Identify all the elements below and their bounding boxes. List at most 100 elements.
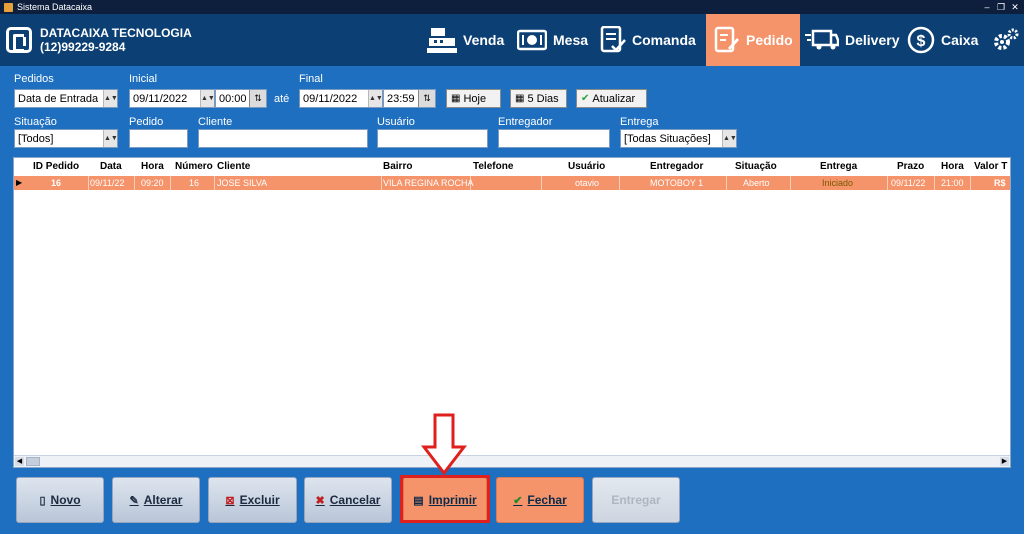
column-header-data[interactable]: Data bbox=[100, 161, 122, 172]
delete-icon: ⊠ bbox=[225, 494, 235, 507]
situacao-label: Situação bbox=[14, 116, 57, 128]
delivery-truck-icon bbox=[805, 29, 839, 50]
nav-settings[interactable] bbox=[992, 14, 1024, 66]
pedidos-select-value: Data de Entrada bbox=[18, 92, 99, 105]
final-time-input[interactable]: 23:59 ⇅ bbox=[383, 89, 436, 108]
final-date-value: 09/11/2022 bbox=[303, 92, 358, 105]
hoje-button[interactable]: ▦ Hoje bbox=[446, 89, 501, 108]
table-row[interactable]: ▶ 16 09/11/22 09:20 16 JOSE SILVA VILA R… bbox=[14, 176, 1010, 190]
column-header-entrega[interactable]: Entrega bbox=[820, 161, 857, 172]
situacao-select-value: [Todos] bbox=[18, 132, 54, 145]
alterar-button[interactable]: ✎ Alterar bbox=[112, 477, 200, 523]
scroll-thumb[interactable] bbox=[26, 457, 40, 466]
cell-bairro: VILA REGINA ROCHA bbox=[383, 178, 474, 188]
novo-button[interactable]: ▯ Novo bbox=[16, 477, 104, 523]
close-icon[interactable]: ✕ bbox=[1008, 0, 1022, 14]
column-header-hora-prazo[interactable]: Hora bbox=[941, 161, 964, 172]
nav-caixa[interactable]: $ Caixa bbox=[907, 14, 978, 66]
column-header-id-pedido[interactable]: ID Pedido bbox=[33, 161, 79, 172]
usuario-input[interactable] bbox=[377, 129, 488, 148]
cell-separator bbox=[619, 176, 620, 190]
column-header-numero[interactable]: Número bbox=[175, 161, 213, 172]
nav-caixa-label: Caixa bbox=[941, 32, 979, 48]
entregador-input[interactable] bbox=[498, 129, 610, 148]
cell-separator bbox=[887, 176, 888, 190]
column-header-hora[interactable]: Hora bbox=[141, 161, 164, 172]
cliente-input[interactable] bbox=[198, 129, 368, 148]
window-titlebar: Sistema Datacaixa – ❐ ✕ bbox=[0, 0, 1024, 14]
excluir-button[interactable]: ⊠ Excluir bbox=[208, 477, 297, 523]
cell-cliente: JOSE SILVA bbox=[217, 178, 268, 188]
chevron-updown-icon: ▲▼ bbox=[368, 90, 382, 107]
nav-venda[interactable]: Venda bbox=[427, 14, 504, 66]
nav-delivery[interactable]: Delivery bbox=[805, 14, 899, 66]
cell-separator bbox=[934, 176, 935, 190]
final-label: Final bbox=[299, 73, 323, 85]
imprimir-button[interactable]: ▤ Imprimir bbox=[403, 477, 487, 523]
pedidos-select[interactable]: Data de Entrada ▲▼ bbox=[14, 89, 118, 108]
orders-grid[interactable]: ID Pedido Data Hora Número Cliente Bairr… bbox=[13, 157, 1011, 468]
pedido-label: Pedido bbox=[129, 116, 164, 128]
cinco-dias-button[interactable]: ▦ 5 Dias bbox=[510, 89, 567, 108]
cash-register-icon bbox=[427, 28, 457, 53]
restore-icon[interactable]: ❐ bbox=[994, 0, 1008, 14]
cell-entregador: MOTOBOY 1 bbox=[650, 178, 704, 188]
imprimir-button-label: Imprimir bbox=[428, 493, 477, 507]
cancelar-button[interactable]: ✖ Cancelar bbox=[304, 477, 392, 523]
nav-comanda[interactable]: Comanda bbox=[600, 14, 696, 66]
cell-separator bbox=[170, 176, 171, 190]
pedidos-label: Pedidos bbox=[14, 73, 54, 85]
chevron-updown-icon: ▲▼ bbox=[103, 90, 117, 107]
printer-icon: ▤ bbox=[413, 494, 424, 507]
atualizar-button-label: Atualizar bbox=[592, 92, 636, 105]
column-header-valor-total[interactable]: Valor T bbox=[974, 161, 1007, 172]
nav-mesa[interactable]: Mesa bbox=[517, 14, 588, 66]
cell-entrega: Iniciado bbox=[822, 178, 854, 188]
novo-button-label: Novo bbox=[50, 493, 81, 507]
cell-data: 09/11/22 bbox=[90, 178, 125, 188]
table-icon bbox=[517, 29, 547, 51]
pedido-input[interactable] bbox=[129, 129, 188, 148]
inicial-date-input[interactable]: 09/11/2022 ▲▼ bbox=[129, 89, 215, 108]
column-header-telefone[interactable]: Telefone bbox=[473, 161, 513, 172]
spin-arrows-icon: ⇅ bbox=[249, 90, 266, 107]
nav-pedido[interactable]: Pedido bbox=[706, 14, 800, 66]
nav-delivery-label: Delivery bbox=[845, 32, 900, 48]
cell-prazo: 09/11/22 bbox=[891, 178, 926, 188]
calendar-icon: ▦ bbox=[451, 93, 461, 104]
column-header-bairro[interactable]: Bairro bbox=[383, 161, 412, 172]
entregar-button: Entregar bbox=[592, 477, 680, 523]
inicial-date-value: 09/11/2022 bbox=[133, 92, 188, 105]
minimize-icon[interactable]: – bbox=[980, 0, 994, 14]
situacao-select[interactable]: [Todos] ▲▼ bbox=[14, 129, 118, 148]
company-name: DATACAIXA TECNOLOGIA bbox=[40, 26, 192, 40]
scroll-left-icon[interactable]: ◀ bbox=[15, 457, 24, 466]
nav-pedido-label: Pedido bbox=[746, 32, 793, 48]
column-header-situacao[interactable]: Situação bbox=[735, 161, 777, 172]
fechar-button-label: Fechar bbox=[527, 493, 567, 507]
cliente-label: Cliente bbox=[198, 116, 233, 128]
column-header-prazo[interactable]: Prazo bbox=[897, 161, 924, 172]
chevron-updown-icon: ▲▼ bbox=[103, 130, 117, 147]
down-arrow-annotation-icon bbox=[421, 413, 467, 475]
final-date-input[interactable]: 09/11/2022 ▲▼ bbox=[299, 89, 383, 108]
entrega-select[interactable]: [Todas Situações] ▲▼ bbox=[620, 129, 737, 148]
inicial-time-value: 00:00 bbox=[219, 92, 247, 105]
atualizar-button[interactable]: ✔ Atualizar bbox=[576, 89, 647, 108]
chevron-updown-icon: ▲▼ bbox=[200, 90, 214, 107]
x-cross-icon: ✖ bbox=[315, 494, 325, 507]
calendar-icon: ▦ bbox=[515, 93, 525, 104]
horizontal-scrollbar[interactable]: ◀ ▶ bbox=[14, 455, 1010, 467]
nav-venda-label: Venda bbox=[463, 32, 505, 48]
column-header-usuario[interactable]: Usuário bbox=[568, 161, 605, 172]
final-time-value: 23:59 bbox=[387, 92, 415, 105]
column-header-cliente[interactable]: Cliente bbox=[217, 161, 250, 172]
entregar-button-label: Entregar bbox=[611, 493, 661, 507]
fechar-button[interactable]: ✔ Fechar bbox=[496, 477, 584, 523]
cell-hora-prazo: 21:00 bbox=[941, 178, 964, 188]
inicial-time-input[interactable]: 00:00 ⇅ bbox=[215, 89, 267, 108]
scroll-right-icon[interactable]: ▶ bbox=[1000, 457, 1009, 466]
cell-separator bbox=[88, 176, 89, 190]
nav-comanda-label: Comanda bbox=[632, 32, 696, 48]
column-header-entregador[interactable]: Entregador bbox=[650, 161, 703, 172]
